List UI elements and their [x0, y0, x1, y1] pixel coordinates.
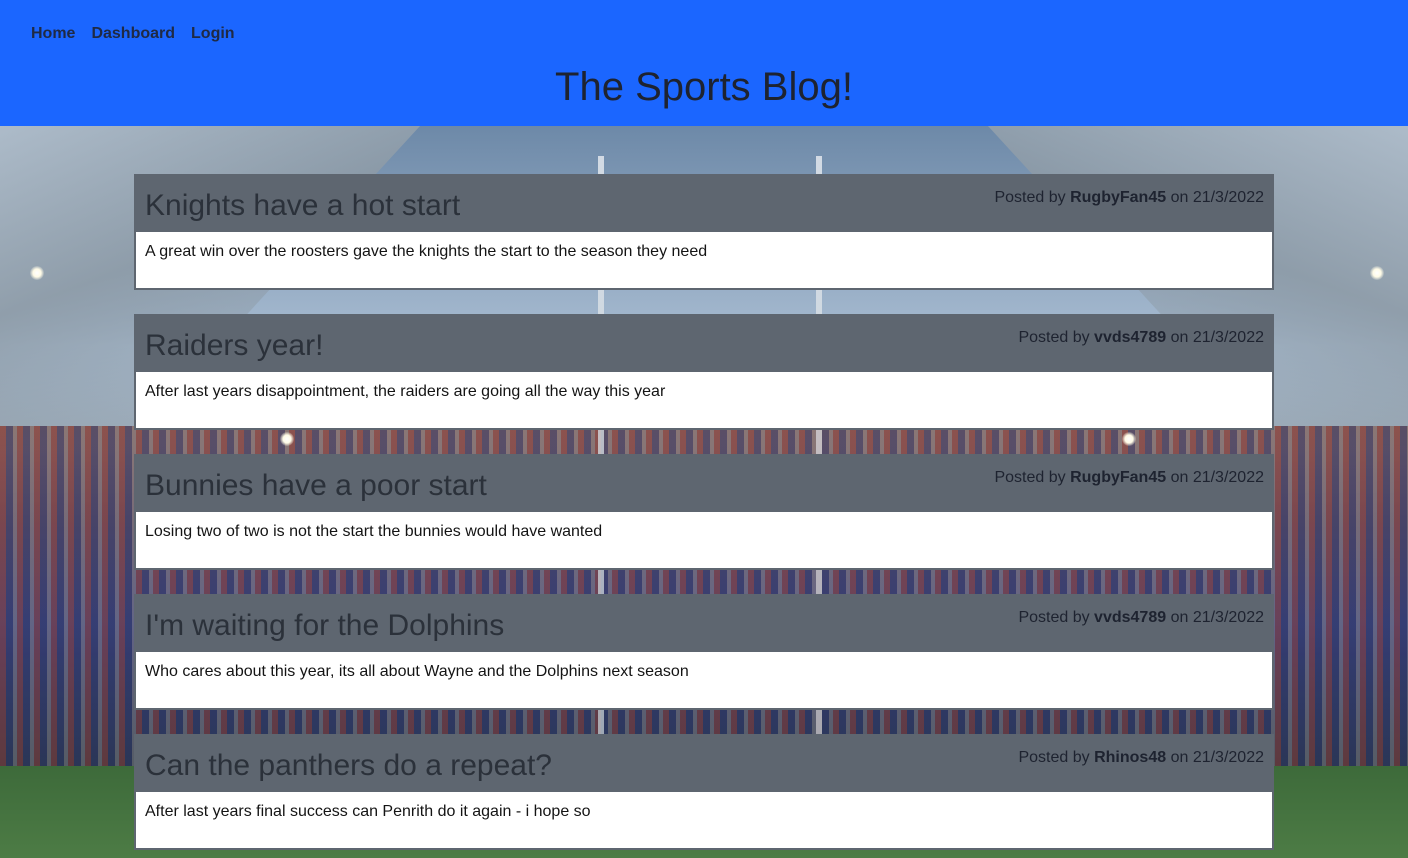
posted-by-label: Posted by [994, 189, 1066, 206]
post-author: Rhinos48 [1094, 749, 1167, 766]
posted-by-label: Posted by [1018, 749, 1090, 766]
main-nav: Home Dashboard Login [31, 24, 235, 44]
post-meta: Posted by Rhinos48 on 21/3/2022 [1018, 748, 1264, 768]
post-meta: Posted by vvds4789 on 21/3/2022 [1018, 328, 1264, 348]
post-header: Can the panthers do a repeat? Posted by … [136, 736, 1272, 792]
post-header: I'm waiting for the Dolphins Posted by v… [136, 596, 1272, 652]
post-card[interactable]: Can the panthers do a repeat? Posted by … [134, 734, 1274, 850]
post-meta: Posted by RugbyFan45 on 21/3/2022 [994, 468, 1264, 488]
post-meta: Posted by vvds4789 on 21/3/2022 [1018, 608, 1264, 628]
post-meta: Posted by RugbyFan45 on 21/3/2022 [994, 188, 1264, 208]
post-list: Knights have a hot start Posted by Rugby… [134, 174, 1274, 858]
posted-by-label: Posted by [1018, 329, 1090, 346]
post-title[interactable]: Raiders year! [145, 328, 323, 364]
post-author: vvds4789 [1094, 609, 1167, 626]
post-date: 21/3/2022 [1192, 189, 1264, 206]
post-card[interactable]: Knights have a hot start Posted by Rugby… [134, 174, 1274, 290]
post-author: RugbyFan45 [1070, 189, 1167, 206]
on-label: on [1170, 189, 1189, 206]
post-author: RugbyFan45 [1070, 469, 1167, 486]
post-body: Losing two of two is not the start the b… [145, 523, 603, 540]
post-card[interactable]: Bunnies have a poor start Posted by Rugb… [134, 454, 1274, 570]
nav-link-home[interactable]: Home [31, 24, 75, 44]
nav-link-login[interactable]: Login [191, 24, 235, 44]
posted-by-label: Posted by [994, 469, 1066, 486]
floodlight [30, 266, 44, 280]
post-body: After last years final success can Penri… [145, 803, 591, 820]
post-date: 21/3/2022 [1192, 609, 1264, 626]
post-body: Who cares about this year, its all about… [145, 663, 689, 680]
post-date: 21/3/2022 [1192, 749, 1264, 766]
posted-by-label: Posted by [1018, 609, 1090, 626]
post-body: A great win over the roosters gave the k… [145, 243, 708, 260]
post-author: vvds4789 [1094, 329, 1167, 346]
post-header: Raiders year! Posted by vvds4789 on 21/3… [136, 316, 1272, 372]
on-label: on [1170, 749, 1189, 766]
post-header: Bunnies have a poor start Posted by Rugb… [136, 456, 1272, 512]
site-header: Home Dashboard Login The Sports Blog! [0, 0, 1408, 126]
post-title[interactable]: Knights have a hot start [145, 188, 460, 224]
nav-link-dashboard[interactable]: Dashboard [91, 24, 175, 44]
post-card[interactable]: I'm waiting for the Dolphins Posted by v… [134, 594, 1274, 710]
on-label: on [1170, 469, 1189, 486]
post-card[interactable]: Raiders year! Posted by vvds4789 on 21/3… [134, 314, 1274, 430]
post-date: 21/3/2022 [1192, 469, 1264, 486]
post-body: After last years disappointment, the rai… [145, 383, 666, 400]
site-title: The Sports Blog! [555, 65, 853, 109]
floodlight [1370, 266, 1384, 280]
stadium-background-image: Knights have a hot start Posted by Rugby… [0, 126, 1408, 858]
post-date: 21/3/2022 [1192, 329, 1264, 346]
post-title[interactable]: Bunnies have a poor start [145, 468, 487, 504]
post-header: Knights have a hot start Posted by Rugby… [136, 176, 1272, 232]
post-title[interactable]: Can the panthers do a repeat? [145, 748, 552, 784]
on-label: on [1170, 329, 1189, 346]
post-title[interactable]: I'm waiting for the Dolphins [145, 608, 504, 644]
on-label: on [1170, 609, 1189, 626]
